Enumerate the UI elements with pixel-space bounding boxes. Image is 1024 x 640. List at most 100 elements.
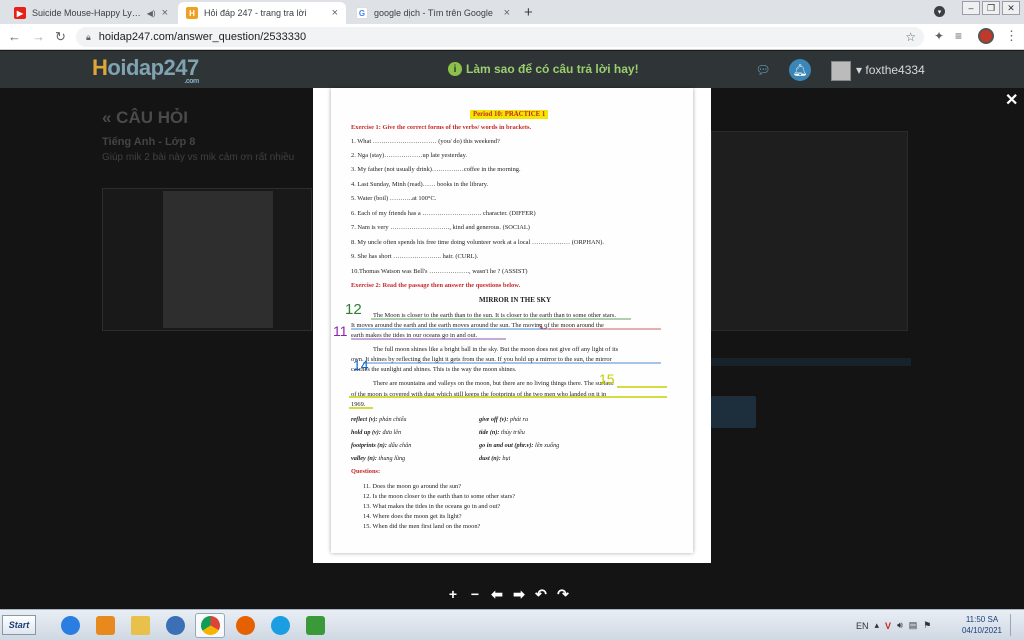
image-toolbar: + − ⬅ ➡ ↶ ↷ — [446, 586, 570, 603]
question-line: 11. Does the moon go around the sun? — [363, 483, 462, 490]
exercise-line: 6. Each of my friends has a ………………………. c… — [351, 210, 536, 217]
close-window-icon[interactable]: ✕ — [1002, 1, 1020, 15]
taskbar-firefox[interactable] — [230, 613, 260, 638]
tab-search-icon[interactable]: ▾ — [934, 6, 945, 17]
exercise-1-heading: Exercise 1: Give the correct forms of th… — [351, 124, 532, 131]
firefox-icon — [235, 616, 255, 635]
site-logo[interactable]: Hoidap247 .com — [92, 55, 199, 85]
tab-hoidap[interactable]: H Hỏi đáp 247 - trang tra lời × — [178, 2, 346, 24]
extensions-icon[interactable]: ✦ — [934, 29, 944, 43]
passage-line: catches the sunlight and shines. This is… — [351, 366, 517, 373]
taskbar: Start EN ▴ V 🔊︎ ▤ ⚑ 11:50 SA 04/10/2021 — [0, 609, 1024, 640]
start-button[interactable]: Start — [2, 615, 36, 635]
window-controls: – ❐ ✕ — [962, 1, 1020, 15]
passage-line: It moves around the earth and the earth … — [351, 322, 604, 329]
tray-expand-icon[interactable]: ▴ — [875, 620, 880, 631]
next-icon[interactable]: ➡ — [512, 586, 526, 602]
handwritten-number: 11 — [333, 323, 348, 339]
taskbar-ie[interactable] — [55, 613, 85, 638]
reload-icon[interactable]: ↻ — [55, 29, 66, 45]
close-tab-icon[interactable]: × — [332, 7, 338, 19]
passage-line: earth makes the tides in our oceans go i… — [351, 332, 478, 339]
passage-line: The Moon is closer to the earth than to … — [373, 312, 616, 319]
close-lightbox-icon[interactable]: ✕ — [1005, 90, 1018, 110]
previous-icon[interactable]: ⬅ — [490, 586, 504, 602]
unikey-tray-icon[interactable]: V — [885, 621, 891, 631]
answer-button — [711, 396, 756, 428]
tab-google[interactable]: G google dịch - Tìm trên Google × — [348, 2, 518, 24]
tagline-link[interactable]: i Làm sao để có câu trả lời hay! — [448, 62, 639, 76]
menu-icon[interactable]: ⋮ — [1005, 28, 1018, 44]
vocab-item: go in and out (phr.v): lên xuống — [479, 442, 560, 449]
speaker-icon[interactable]: ◀) — [147, 9, 156, 18]
exercise-line: 7. Nam is very ………………………., kind and gene… — [351, 224, 530, 231]
passage-line: The full moon shines like a bright ball … — [373, 346, 619, 353]
folder-icon — [130, 616, 150, 635]
exercise-2-heading: Exercise 2: Read the passage then answer… — [351, 282, 521, 289]
user-avatar[interactable] — [831, 61, 851, 81]
back-icon[interactable]: ← — [8, 29, 21, 44]
info-icon: i — [448, 62, 462, 76]
vocab-item: dust (n): bụi — [479, 455, 511, 462]
close-tab-icon[interactable]: × — [162, 7, 168, 19]
bell-icon[interactable]: 🔔︎ — [789, 59, 811, 81]
taskbar-game[interactable] — [300, 613, 330, 638]
bookmark-star-icon[interactable]: ☆ — [905, 30, 916, 44]
exercise-line: 5. Water (boil) ………..at 100°C. — [351, 195, 437, 202]
minimize-icon[interactable]: – — [962, 1, 980, 15]
language-indicator[interactable]: EN — [856, 621, 869, 631]
taskbar-unikey[interactable] — [160, 613, 190, 638]
exercise-line: 4. Last Sunday, Minh (read)…… books in t… — [351, 181, 489, 188]
close-tab-icon[interactable]: × — [504, 7, 510, 19]
rotate-right-icon[interactable]: ↷ — [556, 586, 570, 602]
taskbar-edge[interactable] — [265, 613, 295, 638]
clock[interactable]: 11:50 SA 04/10/2021 — [960, 614, 1004, 636]
flag-icon[interactable]: ⚑ — [923, 620, 931, 631]
zoom-in-icon[interactable]: + — [446, 586, 460, 602]
exercise-line: 1. What ………………………… (you/ do) this weeken… — [351, 138, 500, 145]
vocab-item: tide (n): thủy triều — [479, 429, 525, 436]
network-icon[interactable]: ▤ — [909, 620, 918, 631]
url-text: hoidap247.com/answer_question/2533330 — [98, 31, 307, 43]
taskbar-media[interactable] — [90, 613, 120, 638]
taskbar-explorer[interactable] — [125, 613, 155, 638]
profile-avatar[interactable] — [978, 28, 994, 44]
answer-divider — [711, 358, 911, 366]
volume-icon[interactable]: 🔊︎ — [897, 620, 903, 631]
tab-label: Suicide Mouse-Happy Lyrics // | — [32, 8, 143, 18]
reading-list-icon[interactable]: ≡ — [955, 29, 962, 43]
vocab-item: reflect (v): phản chiếu — [351, 416, 407, 423]
lock-icon[interactable]: 🔒︎ — [86, 32, 91, 43]
passage-line: There are mountains and valleys on the m… — [373, 380, 614, 387]
answer-panel — [711, 131, 908, 331]
tab-label: google dịch - Tìm trên Google — [374, 8, 493, 18]
forward-icon[interactable]: → — [32, 29, 45, 44]
zoom-out-icon[interactable]: − — [468, 586, 482, 602]
chat-icon[interactable]: 💬︎ — [752, 59, 774, 81]
tab-strip: ▶ Suicide Mouse-Happy Lyrics // | ◀) × H… — [0, 0, 1024, 24]
edge-icon — [270, 616, 290, 635]
exercise-line: 10.Thomas Watson was Bell's ………………., was… — [351, 268, 528, 275]
restore-icon[interactable]: ❐ — [982, 1, 1000, 15]
vocab-item: give off (v): phát ra — [479, 416, 529, 423]
question-text: Giúp mik 2 bài này vs mik cảm ơn rất nhi… — [102, 152, 295, 163]
vocab-item: footprints (n): dấu chân — [351, 442, 412, 449]
youtube-icon: ▶ — [14, 7, 26, 19]
new-tab-button[interactable]: + — [524, 4, 533, 21]
question-line: 14. Where does the moon get its light? — [363, 513, 462, 520]
vocab-item: hold up (v): đưa lên — [351, 429, 402, 436]
page-title: « CÂU HỎI — [102, 108, 188, 127]
rotate-left-icon[interactable]: ↶ — [534, 586, 548, 602]
taskbar-chrome[interactable] — [195, 613, 225, 638]
show-desktop-button[interactable] — [1010, 614, 1022, 636]
google-icon: G — [356, 7, 368, 19]
username[interactable]: ▾ foxthe4334 — [856, 63, 925, 77]
worksheet-image: Period 10: PRACTICE 1 Exercise 1: Give t… — [331, 88, 693, 553]
hoidap-icon: H — [186, 7, 198, 19]
url-input[interactable]: 🔒︎ hoidap247.com/answer_question/2533330… — [76, 27, 924, 47]
exercise-line: 9. She has short ………………….. hair. (CURL). — [351, 253, 479, 260]
tab-label: Hỏi đáp 247 - trang tra lời — [204, 8, 307, 18]
question-image-thumbnail — [163, 191, 273, 328]
tab-youtube[interactable]: ▶ Suicide Mouse-Happy Lyrics // | ◀) × — [6, 2, 176, 24]
exercise-line: 8. My uncle often spends his free time d… — [351, 239, 604, 246]
